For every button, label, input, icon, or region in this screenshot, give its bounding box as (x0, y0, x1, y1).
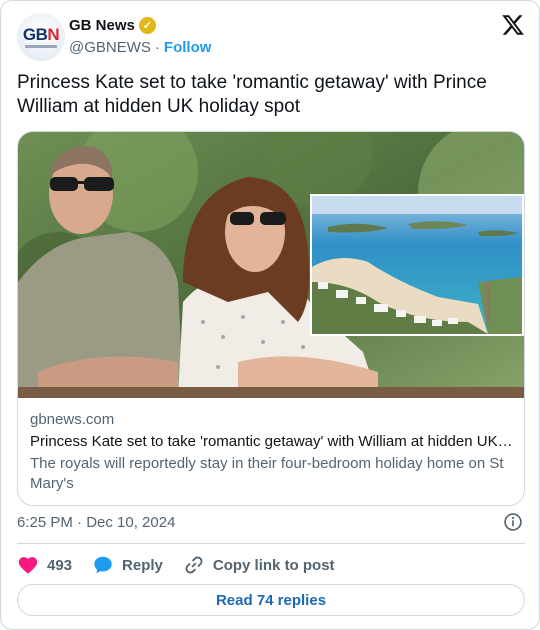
action-bar: 493 Reply Copy link to post (17, 553, 355, 577)
author-name-row: GB News ✓ (69, 15, 156, 35)
gbn-logo: GBN (22, 25, 60, 44)
link-description: The royals will reportedly stay in their… (30, 455, 504, 492)
link-preview-meta: gbnews.com Princess Kate set to take 'ro… (30, 410, 514, 494)
logo-underline (25, 45, 57, 48)
article-image (18, 132, 524, 398)
reply-label: Reply (122, 556, 163, 574)
follow-button[interactable]: Follow (164, 39, 212, 56)
author-name[interactable]: GB News (69, 17, 135, 34)
tweet-card: GBN GB News ✓ @GBNEWS · Follow Princess … (0, 0, 540, 630)
verified-badge-icon: ✓ (138, 16, 156, 34)
link-icon (185, 556, 203, 574)
avatar[interactable]: GBN (17, 13, 65, 61)
author-handle[interactable]: @GBNEWS (69, 39, 151, 56)
divider (17, 543, 525, 544)
read-replies-button[interactable]: Read 74 replies (17, 584, 525, 616)
info-icon[interactable] (503, 512, 523, 532)
x-logo-icon[interactable] (501, 13, 525, 37)
speech-bubble-icon (94, 556, 112, 574)
post-timestamp[interactable]: 6:25 PM · Dec 10, 2024 (17, 514, 175, 531)
link-preview-card[interactable]: gbnews.com Princess Kate set to take 'ro… (17, 131, 525, 506)
tweet-header: GBN GB News ✓ @GBNEWS · Follow (17, 13, 525, 61)
copy-link-button[interactable]: Copy link to post (183, 554, 335, 576)
heart-icon (18, 557, 38, 574)
link-domain: gbnews.com (30, 411, 115, 428)
like-button[interactable]: 493 (17, 554, 72, 576)
reply-button[interactable]: Reply (92, 554, 163, 576)
author-handle-row: @GBNEWS · Follow (69, 37, 211, 57)
copy-link-label: Copy link to post (212, 556, 335, 574)
separator-dot: · (154, 38, 160, 56)
timestamp-row: 6:25 PM · Dec 10, 2024 (17, 511, 525, 533)
link-title: Princess Kate set to take 'romantic geta… (30, 433, 514, 450)
tweet-text: Princess Kate set to take 'romantic geta… (17, 72, 487, 117)
like-count: 493 (47, 556, 73, 574)
